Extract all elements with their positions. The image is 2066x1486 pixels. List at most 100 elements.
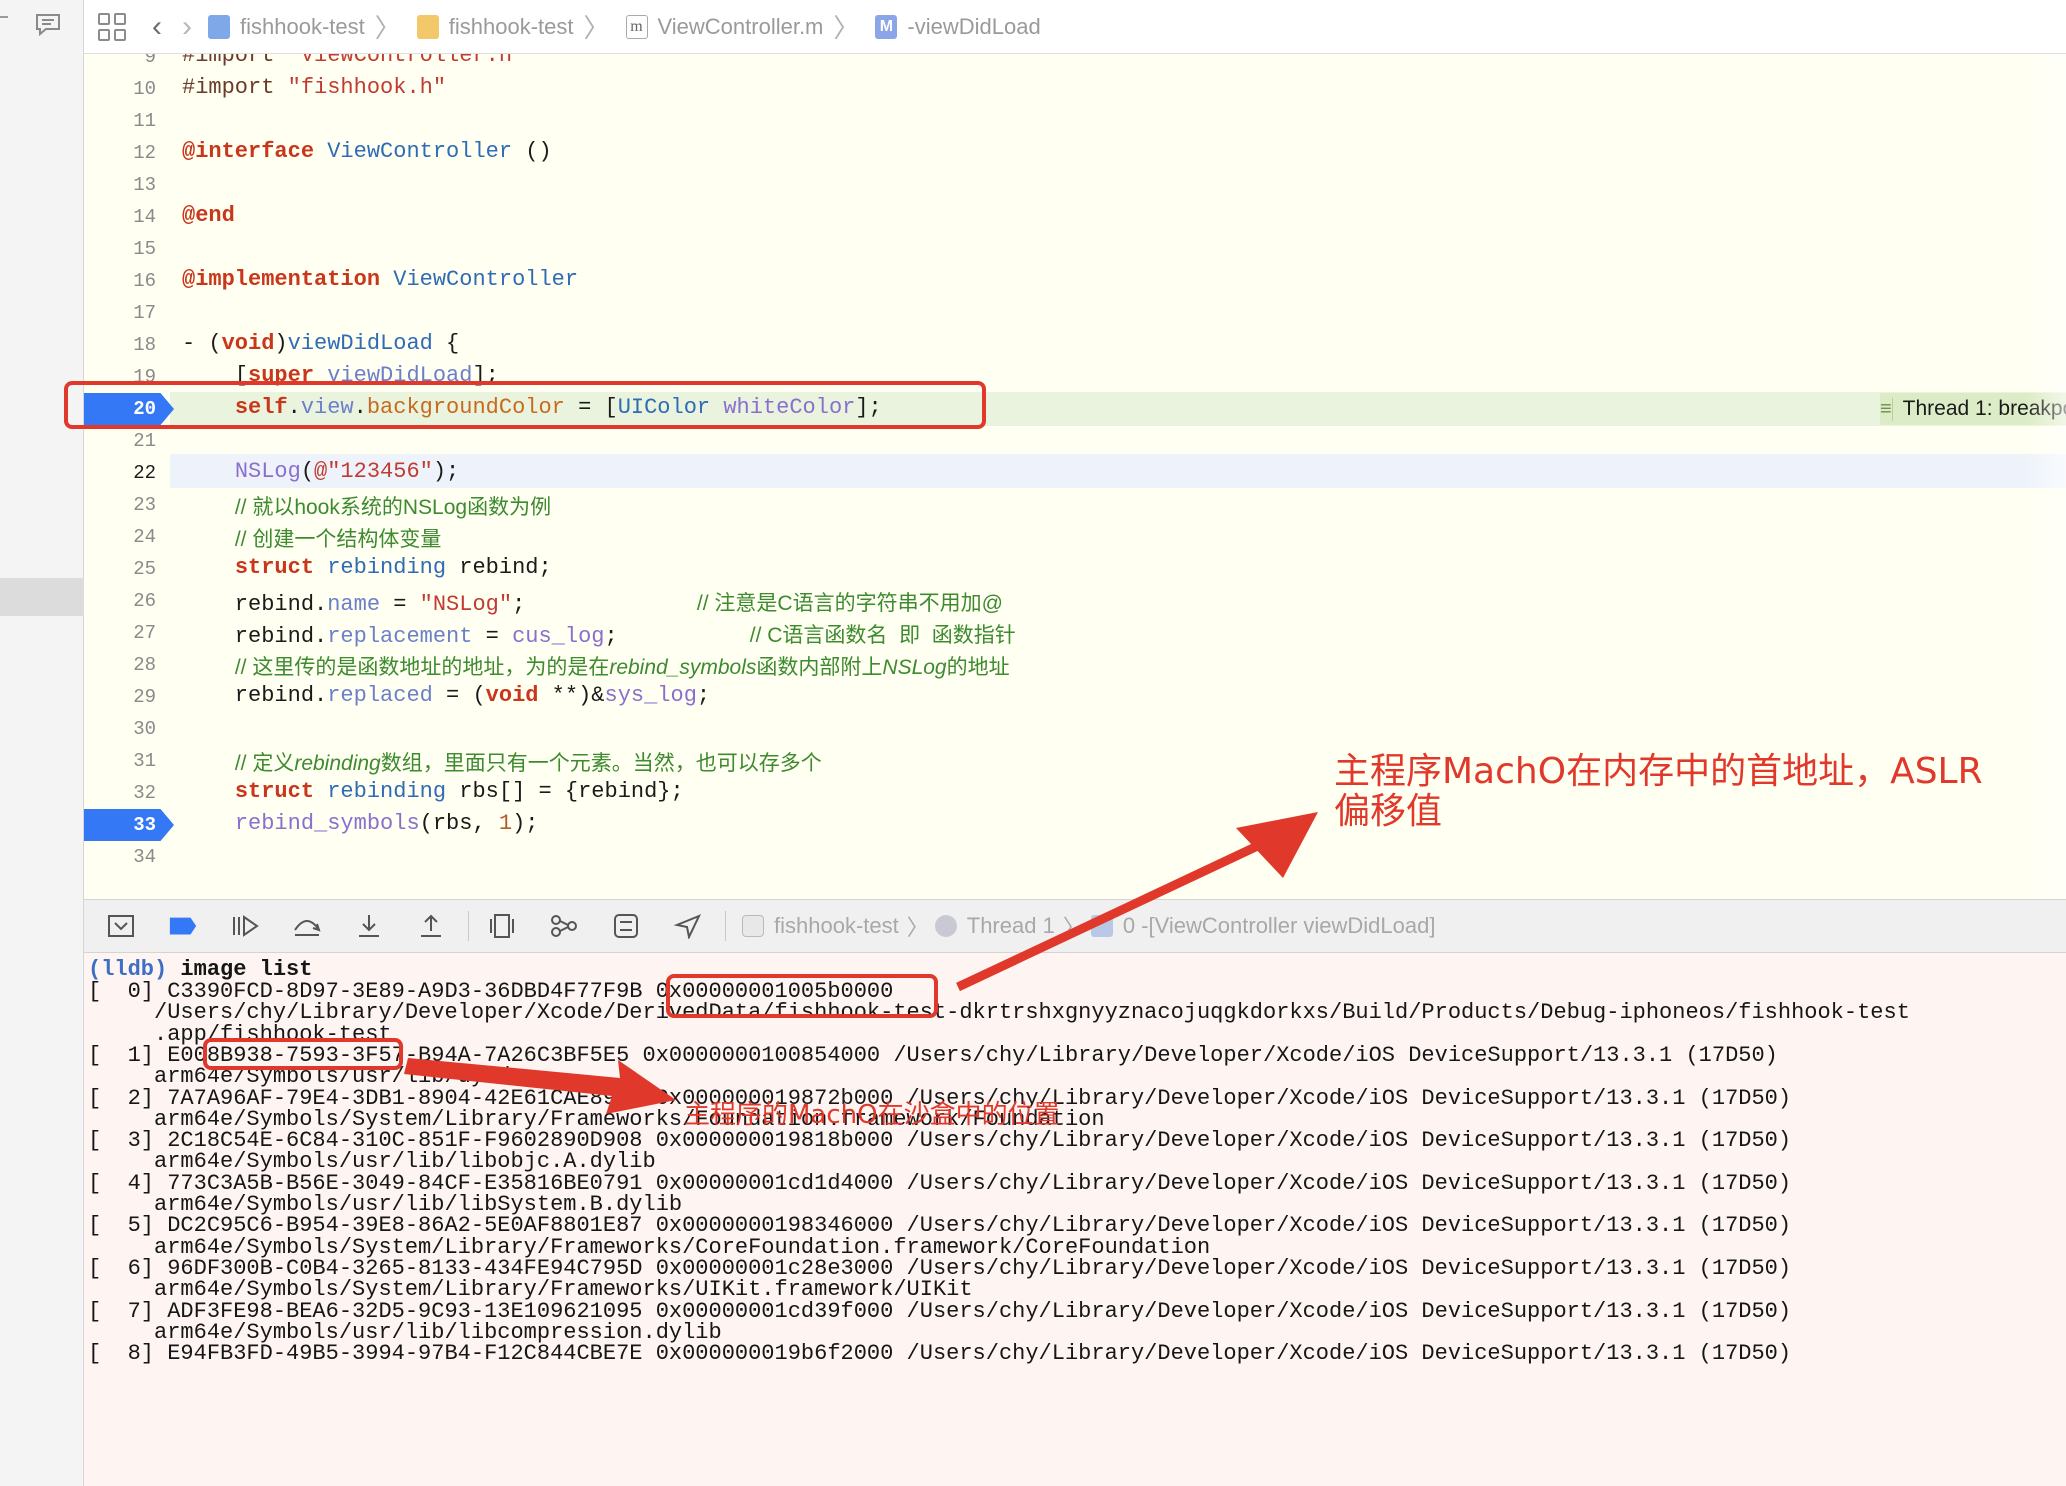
aslr-annotation-line2: 偏移值	[1334, 791, 1443, 832]
toolbar-divider	[725, 911, 726, 941]
breadcrumb-label: ViewController.m	[657, 13, 824, 39]
line-number[interactable]: 10	[84, 78, 156, 100]
forward-arrow-icon[interactable]: ›	[182, 11, 192, 42]
line-number[interactable]: 31	[84, 750, 156, 772]
chevron-right-icon: 〉	[833, 13, 860, 43]
line-number[interactable]: 13	[84, 174, 156, 196]
line-number[interactable]: 18	[84, 334, 156, 356]
chevron-right-icon: 〉	[374, 13, 401, 43]
code-line-29: rebind.replaced = (void **)&sys_log;	[182, 683, 711, 708]
line-number[interactable]: 25	[84, 558, 156, 580]
hide-debug-area-icon[interactable]	[106, 912, 136, 940]
environment-overrides-icon[interactable]	[611, 912, 641, 940]
simulate-location-icon[interactable]	[673, 912, 703, 940]
lldb-console[interactable]: (lldb) image list [ 0] C3390FCD-8D97-3E8…	[84, 953, 2066, 1486]
breadcrumb-project[interactable]: fishhook-test	[208, 14, 365, 40]
code-line-18: - (void)viewDidLoad {	[182, 331, 460, 356]
hamburger-icon: ≡	[1880, 397, 1893, 421]
thread-icon	[934, 915, 957, 937]
app-target-icon	[742, 915, 764, 937]
line-number[interactable]: 15	[84, 238, 156, 260]
debug-thread-label: Thread 1	[966, 913, 1055, 938]
code-line-26: rebind.name = "NSLog"; // 注意是C语言的字符串不用加@	[182, 592, 1003, 617]
edge-fade	[2026, 54, 2066, 899]
line-number[interactable]: 9	[84, 54, 156, 68]
code-line-23: // 就以hook系统的NSLog函数为例	[234, 496, 552, 519]
memory-graph-icon[interactable]	[549, 912, 579, 940]
line-number[interactable]: 30	[84, 718, 156, 740]
continue-icon[interactable]	[230, 912, 260, 940]
code-line-33: rebind_symbols(rbs, 1);	[234, 811, 539, 836]
line-number[interactable]: 28	[84, 654, 156, 676]
line-number[interactable]: 26	[84, 590, 156, 612]
code-line-14: @end	[182, 203, 235, 228]
breadcrumb-method[interactable]: M -viewDidLoad	[875, 13, 1041, 40]
navigator-selection[interactable]	[0, 578, 84, 616]
debug-toolbar: fishhook-test 〉 Thread 1 〉 0 -[ViewContr…	[84, 899, 2066, 953]
line-number[interactable]: 32	[84, 782, 156, 804]
breakpoint-marker-33[interactable]: 33	[84, 809, 174, 841]
code-line-31: // 定义rebinding数组，里面只有一个元素。当然，也可以存多个	[234, 752, 822, 775]
step-over-icon[interactable]	[292, 912, 322, 940]
folder-icon	[416, 14, 439, 39]
comment-icon[interactable]	[34, 12, 62, 36]
line-number[interactable]: 12	[84, 142, 156, 164]
line-gutter[interactable]: 9 10 11 12 13 14 15 16 17 18 19 20 21 22 23 24 25 26 27 28 2…	[84, 54, 174, 899]
debug-breadcrumb-frame[interactable]: 0 -[ViewController viewDidLoad]	[1090, 913, 1436, 939]
line-number[interactable]: 11	[84, 110, 156, 132]
breadcrumb-label: fishhook-test	[448, 13, 574, 39]
line-number[interactable]: 14	[84, 206, 156, 228]
objc-file-icon: m	[625, 14, 648, 39]
line-number[interactable]: 24	[84, 526, 156, 548]
line-number[interactable]: 34	[84, 846, 156, 868]
project-icon	[208, 14, 230, 39]
line-number[interactable]: 16	[84, 270, 156, 292]
code-line-25: struct rebinding rebind;	[234, 555, 552, 580]
breadcrumb-label: -viewDidLoad	[907, 13, 1041, 39]
view-hierarchy-icon[interactable]	[487, 912, 517, 940]
line-number[interactable]: 17	[84, 302, 156, 324]
step-into-icon[interactable]	[354, 912, 384, 940]
code-line-32: struct rebinding rbs[] = {rebind};	[234, 779, 684, 804]
line-number[interactable]: 22	[84, 462, 156, 484]
breadcrumb-file[interactable]: m ViewController.m	[625, 13, 824, 40]
line-number[interactable]: 29	[84, 686, 156, 708]
sandbox-annotation: 主程序的MachO在沙盒中的位置	[684, 1100, 1060, 1130]
code-line-22: NSLog(@"123456");	[234, 459, 460, 484]
stack-frame-icon	[1090, 915, 1113, 937]
breadcrumb-label: fishhook-test	[240, 13, 365, 39]
code-line-9: #import "ViewController.h"	[182, 54, 526, 68]
strip-tick	[0, 16, 8, 18]
aslr-annotation: 主程序MachO在内存中的首地址，ASLR 偏移值	[1334, 752, 1983, 832]
back-arrow-icon[interactable]: ‹	[152, 11, 162, 42]
code-line-10: #import "fishhook.h"	[182, 75, 447, 100]
step-out-icon[interactable]	[416, 912, 446, 940]
debug-frame-label: 0 -[ViewController viewDidLoad]	[1122, 913, 1436, 938]
chevron-right-icon: 〉	[1062, 915, 1085, 940]
debug-breadcrumb-target[interactable]: fishhook-test	[742, 913, 899, 939]
highlight-box-line20	[64, 381, 986, 429]
breadcrumb-folder[interactable]: fishhook-test	[416, 13, 574, 40]
chevron-right-icon: 〉	[583, 13, 610, 43]
method-icon: M	[875, 14, 898, 39]
chevron-right-icon: 〉	[906, 915, 929, 940]
toolbar-divider	[468, 911, 469, 941]
related-items-icon[interactable]	[98, 12, 126, 41]
line-number[interactable]: 23	[84, 494, 156, 516]
navigator-strip	[0, 0, 84, 1486]
debug-breadcrumb-thread[interactable]: Thread 1	[934, 913, 1055, 939]
debug-target-label: fishhook-test	[774, 913, 899, 938]
code-line-16: @implementation ViewController	[182, 267, 579, 292]
line-number[interactable]: 21	[84, 430, 156, 452]
image-list-entry: [ 8] E94FB3FD-49B5-3994-97B4-F12C844CBE7…	[88, 1341, 1792, 1367]
highlight-box-binary-name	[203, 1038, 403, 1070]
line-number[interactable]: 27	[84, 622, 156, 644]
code-line-24: // 创建一个结构体变量	[234, 528, 442, 551]
code-line-28: // 这里传的是函数地址的地址，为的是在rebind_symbols函数内部附上…	[234, 656, 1010, 679]
code-line-12: @interface ViewController ()	[182, 139, 552, 164]
aslr-annotation-line1: 主程序MachO在内存中的首地址，ASLR	[1334, 751, 1983, 792]
breakpoints-toggle-icon[interactable]	[168, 912, 198, 940]
highlight-box-base-address	[666, 974, 938, 1018]
code-line-27: rebind.replacement = cus_log; // C语言函数名 …	[182, 624, 1016, 649]
jump-bar: ‹ › fishhook-test 〉 fishhook-test 〉 m Vi…	[84, 0, 2066, 54]
